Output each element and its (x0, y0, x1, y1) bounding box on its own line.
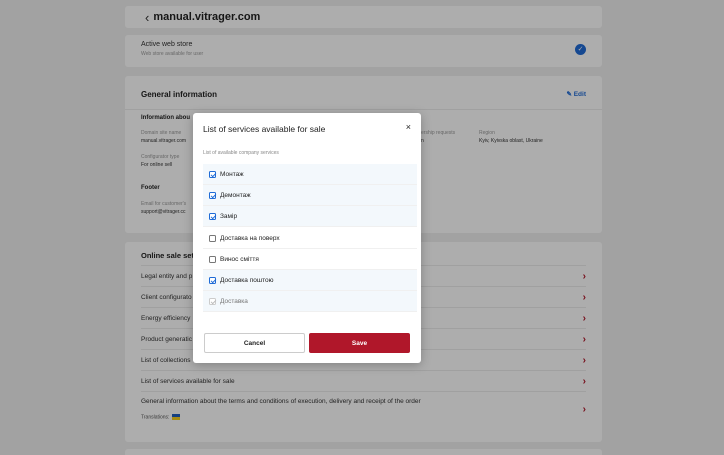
service-option[interactable]: Демонтаж (203, 185, 417, 206)
checkbox-checked-icon[interactable] (209, 276, 216, 284)
services-modal: List of services available for sale × Li… (193, 113, 421, 363)
service-option-disabled: Доставка (203, 291, 417, 312)
checkbox-icon[interactable] (209, 234, 216, 242)
service-option[interactable]: Винос сміття (203, 249, 417, 270)
close-icon[interactable]: × (406, 122, 411, 132)
modal-title: List of services available for sale (203, 124, 326, 134)
service-option[interactable]: Монтаж (203, 164, 417, 185)
service-option[interactable]: Доставка на поверх (203, 228, 417, 249)
page: ‹ manual.vitrager.com Active web store W… (0, 0, 724, 455)
checkbox-checked-icon[interactable] (209, 191, 216, 199)
checkbox-checked-icon[interactable] (209, 170, 216, 178)
modal-description: List of available company services (203, 150, 279, 156)
checkbox-icon[interactable] (209, 255, 216, 263)
checkbox-disabled-icon (209, 297, 216, 305)
checkbox-checked-icon[interactable] (209, 212, 216, 220)
cancel-button[interactable]: Cancel (204, 333, 305, 353)
save-button[interactable]: Save (309, 333, 410, 353)
service-option[interactable]: Доставка поштою (203, 270, 417, 291)
service-option[interactable]: Замір (203, 206, 417, 227)
